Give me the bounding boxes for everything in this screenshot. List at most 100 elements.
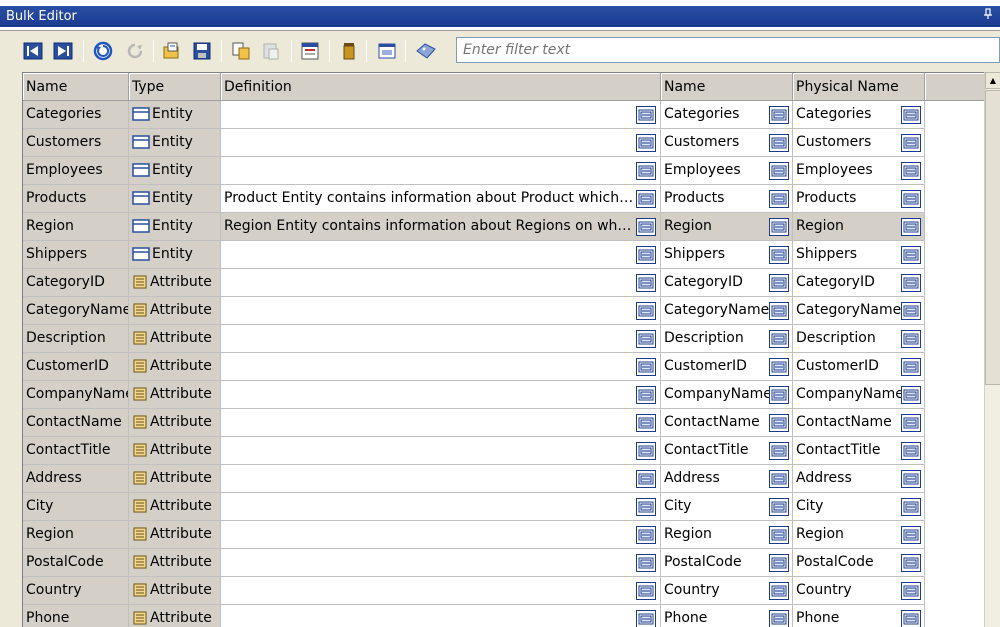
cell-definition[interactable] <box>221 241 661 269</box>
edit-definition-icon[interactable] <box>636 526 656 544</box>
edit-physical-name-icon[interactable] <box>901 386 921 404</box>
cell-physical-name[interactable]: CompanyName <box>793 381 925 409</box>
table-row[interactable]: Customers Entity Customers Customers <box>23 129 925 157</box>
cell-name[interactable]: CategoryID <box>23 269 129 297</box>
cell-physical-name[interactable]: Description <box>793 325 925 353</box>
column-header-type[interactable]: Type <box>129 73 221 101</box>
edit-physical-name-icon[interactable] <box>901 274 921 292</box>
cell-name[interactable]: Customers <box>23 129 129 157</box>
cell-physical-name[interactable]: Shippers <box>793 241 925 269</box>
view-icon[interactable] <box>376 40 398 62</box>
cell-name[interactable]: Employees <box>23 157 129 185</box>
cell-name2[interactable]: Region <box>661 213 793 241</box>
properties-icon[interactable] <box>299 40 321 62</box>
filter-input[interactable] <box>456 37 1000 63</box>
edit-definition-icon[interactable] <box>636 106 656 124</box>
edit-physical-name-icon[interactable] <box>901 554 921 572</box>
column-header-definition[interactable]: Definition <box>221 73 661 101</box>
cell-physical-name[interactable]: Region <box>793 521 925 549</box>
table-row[interactable]: CompanyName Attribute CompanyName CompanyNa… <box>23 381 925 409</box>
cell-physical-name[interactable]: Products <box>793 185 925 213</box>
cell-definition[interactable] <box>221 129 661 157</box>
edit-definition-icon[interactable] <box>636 246 656 264</box>
edit-definition-icon[interactable] <box>636 134 656 152</box>
edit-name-icon[interactable] <box>769 330 789 348</box>
edit-name-icon[interactable] <box>769 470 789 488</box>
cell-name2[interactable]: Phone <box>661 605 793 627</box>
cell-name[interactable]: ContactTitle <box>23 437 129 465</box>
edit-definition-icon[interactable] <box>636 470 656 488</box>
cell-definition[interactable]: Product Entity contains information abou… <box>221 185 661 213</box>
cell-definition[interactable] <box>221 325 661 353</box>
cell-definition[interactable] <box>221 297 661 325</box>
edit-name-icon[interactable] <box>769 498 789 516</box>
first-record-icon[interactable] <box>22 40 44 62</box>
cell-physical-name[interactable]: ContactName <box>793 409 925 437</box>
edit-name-icon[interactable] <box>769 106 789 124</box>
last-record-icon[interactable] <box>52 40 74 62</box>
paste-icon[interactable] <box>260 40 282 62</box>
edit-definition-icon[interactable] <box>636 302 656 320</box>
table-row[interactable]: CustomerID Attribute CustomerID CustomerID <box>23 353 925 381</box>
scroll-thumb[interactable] <box>985 90 1000 385</box>
cell-definition[interactable] <box>221 437 661 465</box>
edit-name-icon[interactable] <box>769 246 789 264</box>
edit-name-icon[interactable] <box>769 358 789 376</box>
delete-icon[interactable] <box>338 40 360 62</box>
cell-physical-name[interactable]: CategoryID <box>793 269 925 297</box>
redo-icon[interactable] <box>124 40 146 62</box>
cell-definition[interactable] <box>221 157 661 185</box>
cell-name2[interactable]: ContactTitle <box>661 437 793 465</box>
cell-definition[interactable] <box>221 353 661 381</box>
vertical-scrollbar[interactable]: ▲ <box>984 72 1000 627</box>
cell-name2[interactable]: CompanyName <box>661 381 793 409</box>
table-row[interactable]: City Attribute City City <box>23 493 925 521</box>
copy-icon[interactable] <box>230 40 252 62</box>
table-row[interactable]: Region Attribute Region Region <box>23 521 925 549</box>
edit-definition-icon[interactable] <box>636 218 656 236</box>
edit-definition-icon[interactable] <box>636 330 656 348</box>
cell-name[interactable]: ContactName <box>23 409 129 437</box>
cell-physical-name[interactable]: CategoryName <box>793 297 925 325</box>
edit-physical-name-icon[interactable] <box>901 246 921 264</box>
cell-name[interactable]: Description <box>23 325 129 353</box>
edit-definition-icon[interactable] <box>636 414 656 432</box>
edit-physical-name-icon[interactable] <box>901 526 921 544</box>
cell-physical-name[interactable]: Customers <box>793 129 925 157</box>
cell-definition[interactable] <box>221 381 661 409</box>
cell-definition[interactable] <box>221 605 661 627</box>
cell-name2[interactable]: Customers <box>661 129 793 157</box>
cell-name[interactable]: Country <box>23 577 129 605</box>
edit-definition-icon[interactable] <box>636 358 656 376</box>
cell-name2[interactable]: Shippers <box>661 241 793 269</box>
cell-name[interactable]: CustomerID <box>23 353 129 381</box>
cell-name2[interactable]: City <box>661 493 793 521</box>
column-header-name[interactable]: Name <box>23 73 129 101</box>
cell-name2[interactable]: Categories <box>661 101 793 129</box>
cell-name2[interactable]: CategoryID <box>661 269 793 297</box>
edit-physical-name-icon[interactable] <box>901 218 921 236</box>
cell-name[interactable]: Address <box>23 465 129 493</box>
edit-physical-name-icon[interactable] <box>901 358 921 376</box>
cell-definition[interactable]: Region Entity contains information about… <box>221 213 661 241</box>
edit-physical-name-icon[interactable] <box>901 162 921 180</box>
cell-definition[interactable] <box>221 549 661 577</box>
edit-name-icon[interactable] <box>769 302 789 320</box>
cell-name2[interactable]: PostalCode <box>661 549 793 577</box>
edit-definition-icon[interactable] <box>636 582 656 600</box>
table-row[interactable]: CategoryName Attribute CategoryName Categor… <box>23 297 925 325</box>
cell-name[interactable]: Phone <box>23 605 129 627</box>
column-header-physical-name[interactable]: Physical Name <box>793 73 925 101</box>
cell-physical-name[interactable]: Employees <box>793 157 925 185</box>
edit-definition-icon[interactable] <box>636 386 656 404</box>
edit-name-icon[interactable] <box>769 610 789 627</box>
edit-physical-name-icon[interactable] <box>901 442 921 460</box>
edit-physical-name-icon[interactable] <box>901 610 921 627</box>
cell-physical-name[interactable]: ContactTitle <box>793 437 925 465</box>
column-header-name2[interactable]: Name <box>661 73 793 101</box>
cell-name2[interactable]: CategoryName <box>661 297 793 325</box>
cell-physical-name[interactable]: Categories <box>793 101 925 129</box>
open-icon[interactable] <box>161 40 183 62</box>
pin-icon[interactable] <box>982 6 994 27</box>
cell-name2[interactable]: Address <box>661 465 793 493</box>
